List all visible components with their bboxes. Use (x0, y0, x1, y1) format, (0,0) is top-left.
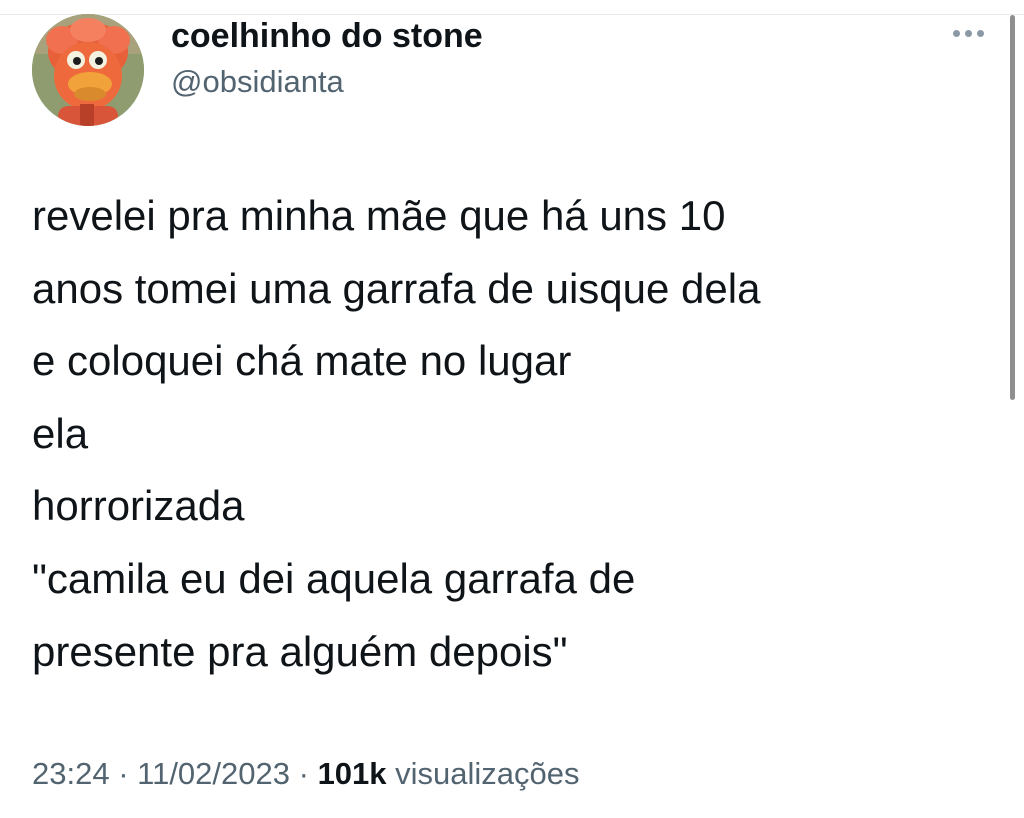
views-count[interactable]: 101k (318, 756, 387, 791)
tweet-time[interactable]: 23:24 (32, 756, 110, 791)
tweet-meta: 23:24 · 11/02/2023 · 101k visualizações (32, 752, 580, 796)
orange-bird-puppet-icon (32, 14, 144, 126)
meta-separator: · (290, 756, 318, 791)
more-horizontal-icon (952, 29, 960, 37)
author-display-name[interactable]: coelhinho do stone (171, 14, 483, 58)
author-handle[interactable]: @obsidianta (171, 62, 344, 102)
tweet-text: revelei pra minha mãe que há uns 10 anos… (32, 192, 761, 675)
more-horizontal-icon-dot (976, 29, 984, 37)
top-divider (0, 14, 1024, 15)
tweet-date[interactable]: 11/02/2023 (137, 756, 290, 791)
more-horizontal-icon-dot (964, 29, 972, 37)
scrollbar[interactable] (1010, 15, 1015, 400)
avatar[interactable] (32, 14, 144, 126)
views-label: visualizações (386, 756, 580, 791)
meta-separator: · (109, 756, 138, 791)
more-options-button[interactable] (942, 20, 994, 46)
